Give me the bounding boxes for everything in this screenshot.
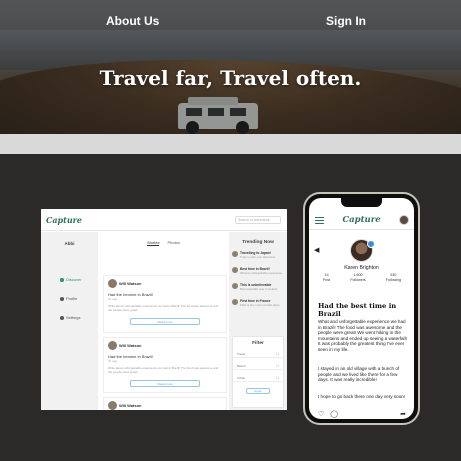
feed-post: Will Watson Had the heroine in Brazil! 2… xyxy=(103,337,227,393)
tab-photos[interactable]: Photos xyxy=(167,240,179,246)
share-icon[interactable]: ➦ xyxy=(400,410,406,418)
sidebar-item-label: Profile xyxy=(66,296,78,301)
profile-stats: 14 Post 1,600 Followers 530 Following xyxy=(323,273,401,282)
desktop-topbar: Capture Search or adventure xyxy=(41,209,287,231)
filter-option-label: Travel xyxy=(237,351,246,356)
desktop-logo[interactable]: Capture xyxy=(46,215,82,225)
sidebar-item-settings[interactable]: Settings xyxy=(60,315,80,320)
heart-icon[interactable]: ♡ xyxy=(318,410,324,418)
feed-tabs: Stories Photos xyxy=(147,240,180,246)
tab-stories[interactable]: Stories xyxy=(147,240,160,246)
checkbox-icon[interactable]: ☐ xyxy=(276,364,279,368)
feed-post: Will Watson xyxy=(103,397,227,410)
post-author: Will Watson xyxy=(119,281,142,286)
trending-item-sub: Best waterfalls ever in Iceland xyxy=(240,287,278,291)
filter-option-label: Urban xyxy=(237,375,246,380)
avatar xyxy=(108,401,117,410)
post-excerpt: Write about unforgettable experience we … xyxy=(108,304,219,312)
stat-label: Followers xyxy=(350,277,366,282)
phone-mockup: Capture ◀ Karen Brighton 14 Post 1,600 Fol… xyxy=(303,192,420,425)
post-paragraph: I hope to go back there one day very soo… xyxy=(318,394,406,399)
sidebar-item-label: Settings xyxy=(66,315,81,320)
filter-option[interactable]: Travel ☐ xyxy=(233,350,283,358)
filter-option[interactable]: Beach ☐ xyxy=(233,362,283,370)
post-paragraph: I stayed in an old village with a bunch … xyxy=(318,366,400,383)
post-actions: ♡ ◯ ➦ xyxy=(318,410,406,418)
phone-screen: Capture ◀ Karen Brighton 14 Post 1,600 Fol… xyxy=(309,198,414,419)
trending-item-sub: Paris is the most romantic place xyxy=(240,303,280,307)
post-title: Had the best time in Brazil xyxy=(318,302,397,318)
trending-item-sub: What an unforgettable experience xyxy=(240,271,282,275)
trending-item-sub: 5 tips to plan your adventure xyxy=(240,255,276,259)
avatar xyxy=(232,283,238,289)
avatar xyxy=(232,299,238,305)
back-arrow-icon[interactable]: ◀ xyxy=(314,246,319,254)
post-date: 2h ago xyxy=(108,297,118,301)
post-paragraph: What and unforgettable experience we had… xyxy=(318,319,407,352)
read-more-button[interactable]: Read more xyxy=(130,318,200,325)
avatar xyxy=(232,251,238,257)
post-date: 2h ago xyxy=(108,359,118,363)
filter-option-label: Beach xyxy=(237,363,246,368)
avatar xyxy=(232,267,238,273)
checkbox-icon[interactable]: ☐ xyxy=(276,352,279,356)
landing-page: About Us Sign In Travel far, Travel ofte… xyxy=(0,0,461,461)
trending-item[interactable]: Travelling to Japan! 5 tips to plan your … xyxy=(232,251,284,259)
stat-posts[interactable]: 14 Post xyxy=(323,273,330,282)
stat-label: Post xyxy=(323,277,331,282)
user-icon xyxy=(60,296,64,301)
sidebar-item-discover[interactable]: Discover xyxy=(60,277,82,282)
sidebar-item-label: Discover xyxy=(66,277,82,282)
trending-title: Trending Now xyxy=(242,240,274,245)
comment-icon[interactable]: ◯ xyxy=(330,410,338,418)
post-author: Will Watson xyxy=(119,403,142,408)
desktop-mockup: Capture Search or adventure Abbi Discove… xyxy=(41,209,287,410)
stat-label: Following xyxy=(385,277,401,282)
filter-title: Filter xyxy=(252,341,264,346)
sidebar-user-name: Abbi xyxy=(64,241,75,246)
avatar[interactable] xyxy=(399,215,409,225)
profile-name: Karen Brighton xyxy=(344,265,379,271)
post-author: Will Watson xyxy=(119,343,142,348)
trending-item[interactable]: This is unbelievable Best waterfalls ever… xyxy=(232,283,284,291)
hero-banner: About Us Sign In Travel far, Travel ofte… xyxy=(0,0,461,134)
edit-badge-icon[interactable] xyxy=(367,240,375,248)
desktop-right-panel: Trending Now Travelling to Japan! 5 tips … xyxy=(229,232,287,410)
compass-icon xyxy=(60,277,64,282)
section-divider xyxy=(0,134,461,154)
desktop-sidebar: Abbi Discover Profile Settings xyxy=(41,232,98,410)
filter-option[interactable]: Urban ☐ xyxy=(233,374,283,382)
trending-item[interactable]: First time in France Paris is the most ro… xyxy=(232,299,284,307)
feed-post: Will Watson Had the heroine in Brazil! 2… xyxy=(103,275,227,333)
sidebar-item-profile[interactable]: Profile xyxy=(60,296,77,301)
hero-title: Travel far, Travel often. xyxy=(99,66,362,90)
filter-panel: Filter Travel ☐ Beach ☐ Urban ☐ Apply xyxy=(232,336,284,408)
gear-icon xyxy=(60,315,64,320)
trending-item[interactable]: Best time in Brazil! What an unforgettabl… xyxy=(232,267,284,275)
phone-notch xyxy=(341,198,382,207)
read-more-button[interactable]: Read more xyxy=(130,380,200,387)
avatar xyxy=(108,279,117,288)
nav-about-link[interactable]: About Us xyxy=(106,14,159,28)
stat-followers[interactable]: 1,600 Followers xyxy=(350,273,365,282)
nav-signin-link[interactable]: Sign In xyxy=(326,14,366,28)
checkbox-icon[interactable]: ☐ xyxy=(276,376,279,380)
stat-following[interactable]: 530 Following xyxy=(386,273,401,282)
avatar xyxy=(108,341,117,350)
post-excerpt: Write about unforgettable experience we … xyxy=(108,366,219,374)
desktop-search-input[interactable]: Search or adventure xyxy=(235,216,281,224)
filter-apply-button[interactable]: Apply xyxy=(246,388,270,394)
